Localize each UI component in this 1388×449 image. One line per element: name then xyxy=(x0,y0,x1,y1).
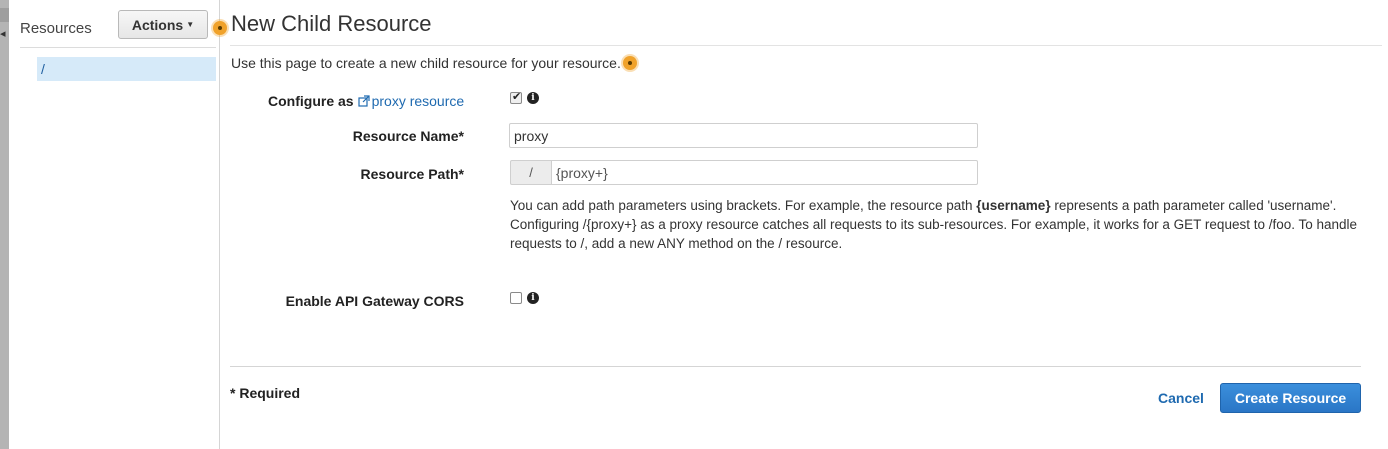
resource-path-prefix: / xyxy=(510,160,551,185)
intro-text: Use this page to create a new child reso… xyxy=(231,55,621,71)
info-icon[interactable]: i xyxy=(527,92,539,104)
info-icon[interactable]: i xyxy=(527,292,539,304)
resource-tree-item-root[interactable]: / xyxy=(37,57,216,81)
page-title: New Child Resource xyxy=(231,11,432,36)
hotspot-marker-icon[interactable] xyxy=(213,21,227,35)
proxy-resource-link-label: proxy resource xyxy=(371,93,465,109)
title-divider xyxy=(230,45,1382,46)
path-help-text: You can add path parameters using bracke… xyxy=(510,196,1360,253)
proxy-resource-checkbox[interactable]: ✔ xyxy=(510,91,522,104)
actions-label: Actions xyxy=(131,16,184,33)
help-text-bold: {username} xyxy=(976,198,1051,213)
hotspot-marker-icon[interactable] xyxy=(623,56,637,70)
configure-as-label: Configure as xyxy=(268,93,354,109)
collapse-arrow-icon[interactable]: ◂ xyxy=(0,28,6,40)
left-edge-strip xyxy=(0,0,9,449)
proxy-resource-link[interactable]: proxy resource xyxy=(357,93,465,109)
resource-path-group: / xyxy=(510,160,978,185)
resource-path-input[interactable] xyxy=(551,160,978,185)
create-resource-button[interactable]: Create Resource xyxy=(1220,383,1361,413)
resources-title: Resources xyxy=(20,20,92,37)
footer-divider xyxy=(230,366,1361,367)
actions-dropdown-button[interactable]: Actions ▼ xyxy=(118,10,208,39)
enable-cors-label: Enable API Gateway CORS xyxy=(285,293,464,309)
cancel-button[interactable]: Cancel xyxy=(1158,390,1204,406)
resource-name-input[interactable] xyxy=(509,123,978,148)
enable-cors-checkbox[interactable] xyxy=(510,292,522,304)
configure-as-label-row: Configure as proxy resource xyxy=(268,93,464,109)
collapse-handle[interactable] xyxy=(0,8,9,22)
required-note: * Required xyxy=(230,385,301,401)
resource-path-label: Resource Path* xyxy=(360,166,464,182)
checkmark-icon: ✔ xyxy=(512,91,522,103)
help-text-part: You can add path parameters using bracke… xyxy=(510,198,977,213)
caret-down-icon: ▼ xyxy=(186,20,195,29)
resource-name-label: Resource Name* xyxy=(352,128,464,144)
sidebar-divider xyxy=(20,47,216,48)
external-link-icon xyxy=(357,95,370,107)
